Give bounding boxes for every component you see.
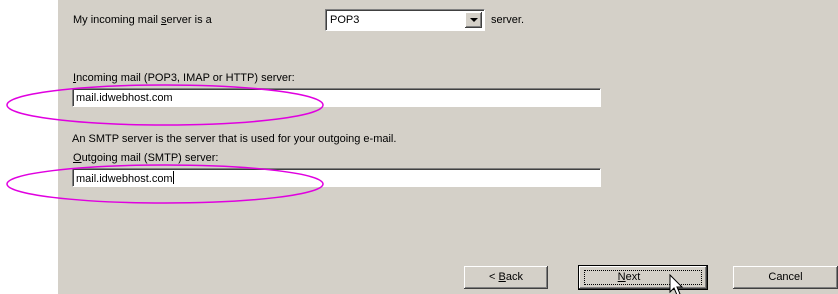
server-type-value: POP3 <box>330 14 360 26</box>
wizard-panel <box>58 0 838 294</box>
dropdown-arrow-icon <box>470 18 478 22</box>
outgoing-server-value: mail.idwebhost.com <box>76 171 174 185</box>
focus-rectangle <box>584 270 702 285</box>
incoming-server-value: mail.idwebhost.com <box>76 92 173 104</box>
server-type-suffix: server. <box>491 14 525 26</box>
dropdown-button[interactable] <box>465 12 482 28</box>
next-button[interactable]: Next <box>578 265 708 290</box>
server-type-select[interactable]: POP3 <box>325 9 485 31</box>
outgoing-server-label: Outgoing mail (SMTP) server: <box>73 152 219 164</box>
server-type-label: My incoming mail server is a <box>73 14 212 26</box>
smtp-note: An SMTP server is the server that is use… <box>72 133 397 145</box>
outgoing-server-input[interactable]: mail.idwebhost.com <box>72 168 601 187</box>
incoming-server-label: Incoming mail (POP3, IMAP or HTTP) serve… <box>73 72 295 84</box>
incoming-server-input[interactable]: mail.idwebhost.com <box>72 88 601 107</box>
back-button[interactable]: < Back <box>464 266 548 289</box>
cancel-button[interactable]: Cancel <box>733 266 838 289</box>
text-caret <box>172 171 174 184</box>
